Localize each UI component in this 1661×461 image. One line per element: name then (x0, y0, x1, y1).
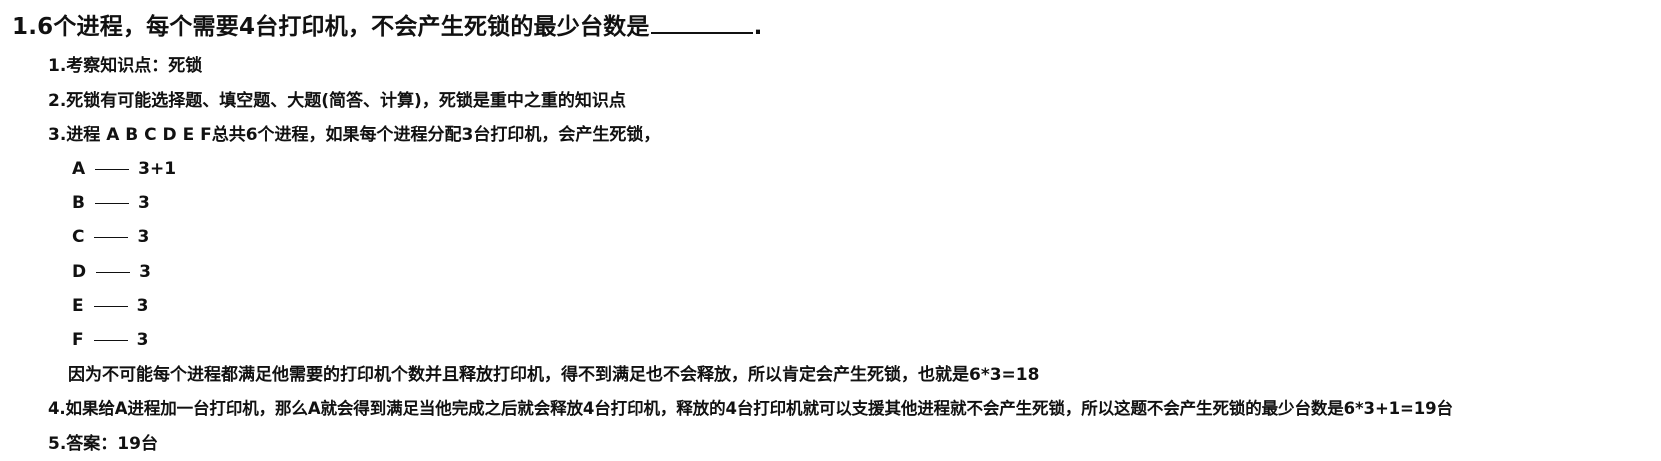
process-row-d: D3 (72, 259, 151, 285)
process-row-a: A 3+1 (72, 156, 176, 182)
process-row-e: E3 (72, 293, 148, 319)
process-row-f: F3 (72, 327, 148, 353)
answer-line: 5.答案：19台 (48, 434, 158, 454)
explanation-text: 因为不可能每个进程都满足他需要的打印机个数并且释放打印机，得不到满足也不会释放，… (68, 365, 1040, 385)
process-value: 3 (136, 296, 149, 316)
process-value: 3 (136, 330, 149, 350)
dash-separator (94, 236, 129, 238)
process-value: 3+1 (138, 159, 177, 179)
process-name: E (72, 296, 84, 316)
answer-blank (650, 8, 753, 34)
note-point-4: 4.如果给A进程加一台打印机，那么A就会得到满足当他完成之后就会释放4台打印机，… (48, 399, 1453, 418)
dash-separator (93, 305, 128, 307)
dash-separator (95, 168, 130, 170)
note-point-2: 2.死锁有可能选择题、填空题、大题(简答、计算)，死锁是重中之重的知识点 (48, 91, 626, 111)
document-page: 1.6个进程，每个需要4台打印机，不会产生死锁的最少台数是. 1.考察知识点：死… (0, 0, 1661, 461)
dash-separator (93, 339, 128, 341)
process-name: F (72, 330, 84, 350)
process-row-b: B3 (72, 190, 150, 216)
process-value: 3 (139, 262, 151, 282)
dash-separator (94, 202, 129, 204)
process-name: B (72, 193, 85, 213)
note-point-3: 3.进程 A B C D E F总共6个进程，如果每个进程分配3台打印机，会产生… (48, 125, 661, 145)
process-name: A (72, 159, 86, 179)
note-point-1: 1.考察知识点：死锁 (48, 56, 203, 76)
process-row-c: C3 (72, 224, 149, 250)
question-period: . (753, 14, 763, 40)
process-name: D (72, 262, 87, 282)
question-title: 1.6个进程，每个需要4台打印机，不会产生死锁的最少台数是. (12, 8, 763, 45)
dash-separator (96, 271, 131, 273)
process-value: 3 (137, 193, 150, 213)
question-text: 1.6个进程，每个需要4台打印机，不会产生死锁的最少台数是 (12, 14, 650, 40)
process-name: C (72, 227, 85, 247)
process-value: 3 (137, 227, 150, 247)
